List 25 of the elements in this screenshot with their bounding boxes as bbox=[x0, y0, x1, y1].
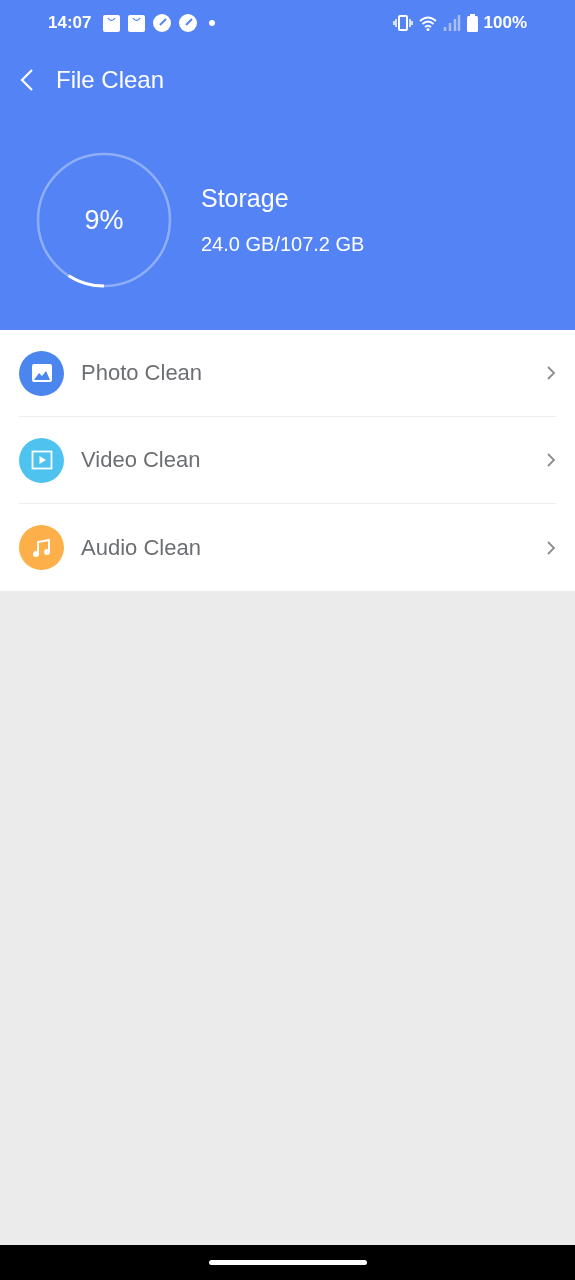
vibrate-icon bbox=[392, 15, 413, 31]
gauge-icon bbox=[153, 14, 172, 32]
image-icon bbox=[30, 363, 53, 383]
list-item[interactable]: Audio Clean bbox=[19, 504, 556, 591]
chevron-right-icon bbox=[546, 539, 556, 556]
home-handle[interactable] bbox=[208, 1260, 367, 1265]
bag-icon bbox=[103, 14, 121, 32]
chevron-right-icon bbox=[546, 452, 556, 468]
play-icon bbox=[30, 450, 53, 470]
chevron-right-icon bbox=[546, 365, 556, 381]
signal-icon bbox=[442, 15, 461, 31]
page-title: File Clean bbox=[56, 66, 165, 94]
wifi-icon bbox=[418, 15, 437, 31]
back-button[interactable] bbox=[18, 68, 36, 92]
gauge-icon bbox=[179, 14, 198, 32]
storage-label: Storage bbox=[201, 184, 290, 213]
list-item[interactable]: Photo Clean bbox=[19, 330, 556, 417]
battery-icon bbox=[466, 14, 478, 32]
storage-percent: 9% bbox=[83, 204, 125, 236]
battery-percent: 100% bbox=[483, 13, 527, 33]
music-note-icon bbox=[30, 536, 53, 559]
bag-icon bbox=[128, 14, 146, 32]
storage-usage: 24.0 GB/107.2 GB bbox=[201, 233, 365, 256]
clock: 14:07 bbox=[48, 13, 92, 33]
list-item[interactable]: Video Clean bbox=[19, 417, 556, 504]
